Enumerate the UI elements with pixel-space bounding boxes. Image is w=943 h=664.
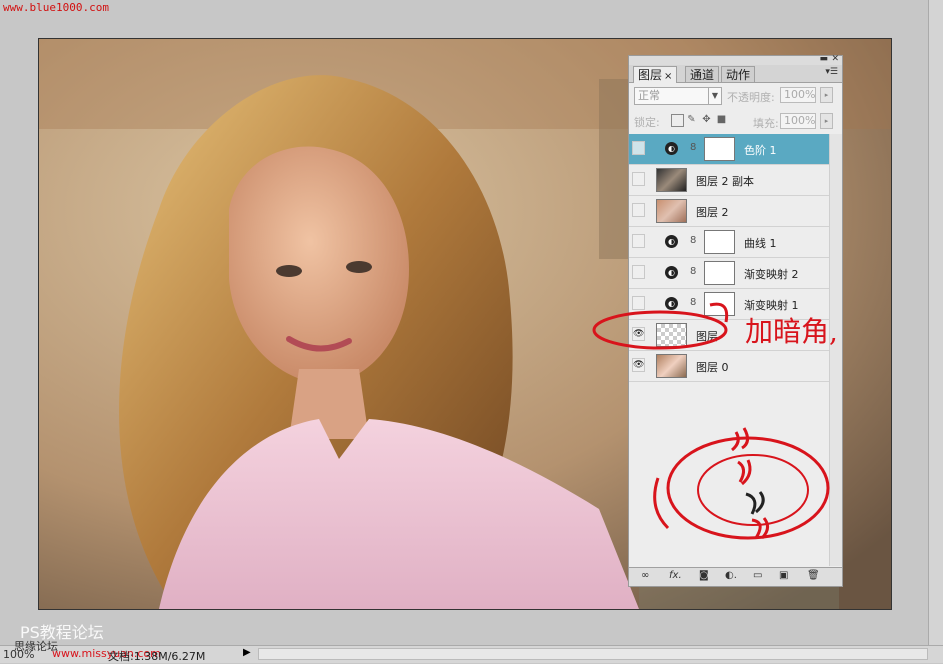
lock-transparency-icon[interactable]: [671, 114, 684, 127]
site-prefix-watermark: 思缘论坛: [14, 640, 58, 653]
layer-mask-thumbnail[interactable]: [704, 261, 735, 285]
adjustment-icon[interactable]: ◐.: [725, 570, 737, 581]
lock-row: 锁定: ✎ ✥ ■ 填充: 100% ▸: [629, 111, 842, 133]
panel-menu-icon[interactable]: ▾☰: [825, 67, 838, 77]
fill-slider-button[interactable]: ▸: [820, 113, 833, 129]
chain-link-icon[interactable]: 8: [690, 266, 696, 277]
chain-link-icon[interactable]: 8: [690, 142, 696, 153]
visibility-toggle[interactable]: [632, 172, 645, 186]
tab-channels[interactable]: 通道: [685, 66, 720, 82]
visibility-toggle[interactable]: [632, 265, 645, 279]
layer-row[interactable]: 图层 2: [629, 196, 842, 227]
visibility-toggle[interactable]: 👁: [632, 358, 645, 372]
eye-icon: 👁: [633, 329, 645, 339]
visibility-toggle[interactable]: [632, 234, 645, 248]
opacity-slider-button[interactable]: ▸: [820, 87, 833, 103]
visibility-toggle[interactable]: [632, 203, 645, 217]
layer-thumbnail: [656, 354, 687, 378]
status-bar: 100% www.missyuan.com 文档:1.38M/6.27M ▶: [0, 645, 943, 663]
adjustment-layer-icon: ◐: [665, 142, 678, 155]
tab-actions[interactable]: 动作: [721, 66, 756, 82]
play-arrow-icon[interactable]: ▶: [243, 647, 251, 658]
signature-seal: [648, 418, 833, 551]
fill-field[interactable]: 100%: [780, 113, 816, 129]
top-watermark: www.blue1000.com: [3, 1, 109, 14]
layer-thumbnail: [656, 168, 687, 192]
layer-name: 曲线 1: [744, 237, 777, 250]
mask-icon[interactable]: ◙: [699, 570, 709, 581]
layer-row[interactable]: 👁 图层 0: [629, 351, 842, 382]
fx-icon[interactable]: fx.: [669, 570, 682, 581]
move-icon[interactable]: ✥: [701, 114, 712, 125]
layer-row[interactable]: ◐ 8 渐变映射 2: [629, 258, 842, 289]
new-layer-icon[interactable]: ▣: [779, 570, 788, 581]
chain-link-icon[interactable]: 8: [690, 235, 696, 246]
lock-label: 锁定:: [634, 116, 660, 129]
opacity-field[interactable]: 100%: [780, 87, 816, 103]
layer-mask-thumbnail[interactable]: [704, 230, 735, 254]
visibility-toggle[interactable]: 👁: [632, 327, 645, 341]
layer-thumbnail: [656, 199, 687, 223]
layer-row[interactable]: ◐ 8 色阶 1: [629, 134, 842, 165]
layer-name: 图层 0: [696, 361, 729, 374]
layer-name: 图层 2: [696, 206, 729, 219]
layer-mask-thumbnail[interactable]: [704, 292, 735, 316]
blend-row: 正常 ▼ 不透明度: 100% ▸: [629, 83, 842, 111]
annotation-text: 加暗角,: [745, 315, 838, 348]
opacity-label: 不透明度:: [727, 91, 775, 104]
panel-tabs: 图层 × 通道 动作 ▾☰: [629, 65, 842, 83]
window-vertical-scrollbar[interactable]: [928, 0, 943, 645]
trash-icon[interactable]: 🗑: [807, 570, 820, 581]
layer-mask-thumbnail[interactable]: [704, 137, 735, 161]
layer-row[interactable]: 图层 2 副本: [629, 165, 842, 196]
lock-icon[interactable]: ■: [716, 114, 727, 125]
blend-mode-select[interactable]: 正常 ▼: [634, 87, 722, 105]
adjustment-layer-icon: ◐: [665, 297, 678, 310]
layer-name: 图层: [696, 330, 718, 343]
layer-name: 图层 2 副本: [696, 175, 754, 188]
horizontal-scrollbar[interactable]: [258, 648, 928, 660]
layer-name: 渐变映射 2: [744, 268, 799, 281]
adjustment-layer-icon: ◐: [665, 235, 678, 248]
tab-layers[interactable]: 图层 ×: [633, 66, 678, 83]
adjustment-layer-icon: ◐: [665, 266, 678, 279]
chain-link-icon[interactable]: 8: [690, 297, 696, 308]
folder-icon[interactable]: ▭: [753, 570, 762, 581]
chevron-down-icon: ▼: [708, 88, 721, 104]
tab-close-icon[interactable]: ×: [664, 71, 672, 82]
layer-row[interactable]: ◐ 8 曲线 1: [629, 227, 842, 258]
layer-name: 色阶 1: [744, 144, 777, 157]
brush-icon[interactable]: ✎: [686, 114, 697, 125]
visibility-toggle[interactable]: [632, 296, 645, 310]
minimize-icon[interactable]: ▬: [819, 54, 828, 64]
panel-titlebar[interactable]: ▬ ✕: [629, 54, 842, 65]
visibility-toggle[interactable]: [632, 141, 645, 155]
transparent-layer-thumbnail: [656, 323, 687, 347]
link-icon[interactable]: ∞: [641, 570, 649, 581]
close-icon[interactable]: ✕: [831, 54, 839, 64]
eye-icon: 👁: [633, 360, 645, 370]
panel-bottom-toolbar: ∞ fx. ◙ ◐. ▭ ▣ 🗑: [629, 567, 842, 586]
fill-label: 填充:: [753, 117, 779, 130]
